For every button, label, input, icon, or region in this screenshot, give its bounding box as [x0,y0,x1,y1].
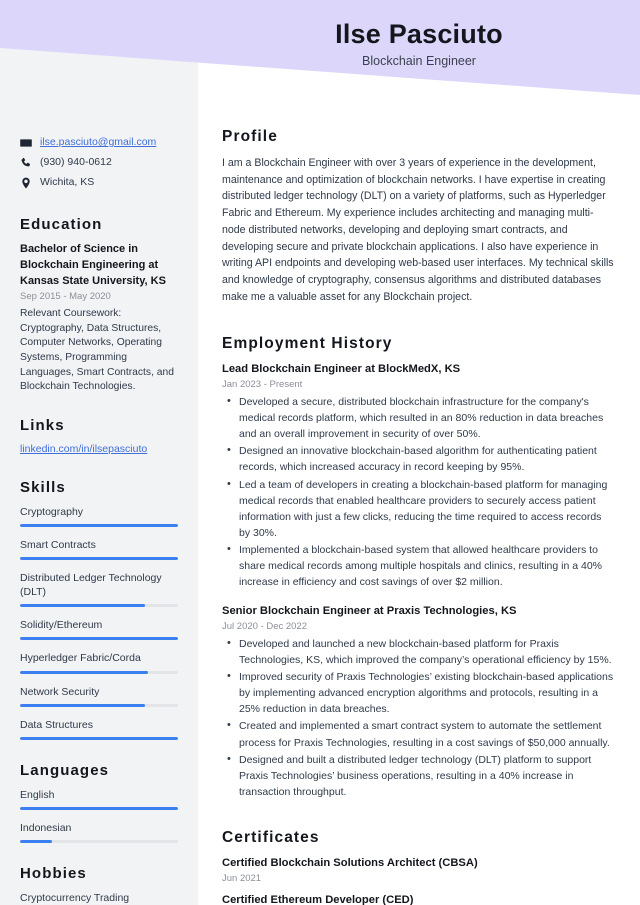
language-level-fill [20,807,178,811]
employment-date: Jul 2020 - Dec 2022 [222,620,308,632]
linkedin-link[interactable]: linkedin.com/in/ilsepasciuto [20,443,147,455]
employment-bullet: Improved security of Praxis Technologies… [227,668,614,717]
skill-label: Distributed Ledger Technology (DLT) [20,571,162,599]
skill-item: Cryptography [20,505,180,527]
skill-level-track [20,556,178,560]
certificate-name: Certified Ethereum Developer (CED) [222,894,414,905]
skill-level-fill [20,556,178,560]
skill-label: Solidity/Ethereum [20,619,103,632]
skill-label: Data Structures [20,718,93,731]
phone-icon [20,156,32,169]
hobbies-heading: Hobbies [20,865,87,883]
employment-bullet: Led a team of developers in creating a b… [227,476,614,542]
skill-label: Smart Contracts [20,538,96,551]
skill-level-track [20,703,178,707]
language-label: Indonesian [20,822,72,835]
skill-label: Hyperledger Fabric/Corda [20,652,141,665]
employment-bullet: Created and implemented a smart contract… [227,717,614,750]
skills-list: Cryptography Smart Contracts Distributed… [20,505,180,740]
employment-date: Jan 2023 - Present [222,378,303,390]
skill-item: Data Structures [20,718,180,740]
skill-level-track [20,637,178,641]
resume-page: Ilse Pasciuto Blockchain Engineer ilse.p… [0,0,640,905]
sidebar: ilse.pasciuto@gmail.com (930) 940-0612 W… [0,0,198,905]
profile-text: I am a Blockchain Engineer with over 3 y… [222,157,614,303]
languages-list: English Indonesian [20,788,180,844]
links-heading: Links [20,416,65,434]
profile-heading: Profile [222,128,278,145]
employment-entry: Senior Blockchain Engineer at Praxis Tec… [222,604,614,801]
employment-bullets: Developed and launched a new blockchain-… [222,635,614,801]
employment-bullet: Developed a secure, distributed blockcha… [227,393,614,442]
contact-item-email: ilse.pasciuto@gmail.com [20,136,180,149]
skill-level-track [20,736,178,740]
skill-level-fill [20,670,148,674]
employment-entry: Lead Blockchain Engineer at BlockMedX, K… [222,362,614,591]
language-level-track [20,807,178,811]
skill-level-fill [20,703,145,707]
skill-level-fill [20,604,145,608]
skill-level-fill [20,736,178,740]
employment-title: Lead Blockchain Engineer at BlockMedX, K… [222,362,461,375]
education-degree: Bachelor of Science in Blockchain Engine… [20,243,166,287]
contact-list: ilse.pasciuto@gmail.com (930) 940-0612 W… [20,136,180,189]
location-pin-icon [20,176,32,189]
skill-item: Smart Contracts [20,538,180,560]
email-link[interactable]: ilse.pasciuto@gmail.com [40,136,156,149]
skill-level-track [20,670,178,674]
employment-bullet: Designed an innovative blockchain-based … [227,442,614,475]
language-item: English [20,788,180,811]
education-description: Relevant Coursework: Cryptography, Data … [20,308,174,393]
skill-item: Network Security [20,685,180,707]
skill-level-track [20,523,178,527]
languages-heading: Languages [20,761,110,779]
main-content: Profile I am a Blockchain Engineer with … [198,0,640,905]
link-item-linkedin: linkedin.com/in/ilsepasciuto [20,443,180,457]
education-heading: Education [20,216,103,234]
skill-item: Distributed Ledger Technology (DLT) [20,571,180,608]
envelope-icon [20,136,32,149]
education-entry: Bachelor of Science in Blockchain Engine… [20,242,180,394]
skill-level-fill [20,523,178,527]
employment-bullets: Developed a secure, distributed blockcha… [222,393,614,591]
skill-item: Solidity/Ethereum [20,618,180,641]
hobby-item: Cryptocurrency Trading [20,892,130,905]
employment-title: Senior Blockchain Engineer at Praxis Tec… [222,604,517,617]
skill-level-track [20,604,178,608]
employment-bullet: Developed and launched a new blockchain-… [227,635,614,668]
education-date: Sep 2015 - May 2020 [20,291,111,303]
location-text: Wichita, KS [40,176,95,189]
certificate-name: Certified Blockchain Solutions Architect… [222,857,478,870]
employment-bullet: Designed and built a distributed ledger … [227,751,614,800]
skill-label: Network Security [20,685,100,698]
certificates-heading: Certificates [222,829,320,847]
contact-item-phone: (930) 940-0612 [20,156,180,169]
employment-heading: Employment History [222,334,393,352]
skills-heading: Skills [20,478,66,496]
certificate-entry: Certified Ethereum Developer (CED) Jun 2… [222,893,614,905]
skill-label: Cryptography [20,505,84,518]
certificate-entry: Certified Blockchain Solutions Architect… [222,856,614,884]
certificate-date: Jun 2021 [222,873,262,885]
skill-item: Hyperledger Fabric/Corda [20,651,180,674]
language-level-fill [20,840,52,844]
language-item: Indonesian [20,821,180,844]
contact-item-location: Wichita, KS [20,176,180,189]
skill-level-fill [20,637,178,641]
language-level-track [20,840,178,844]
employment-bullet: Implemented a blockchain-based system th… [227,541,614,590]
phone-number: (930) 940-0612 [40,156,112,169]
language-label: English [20,788,55,801]
